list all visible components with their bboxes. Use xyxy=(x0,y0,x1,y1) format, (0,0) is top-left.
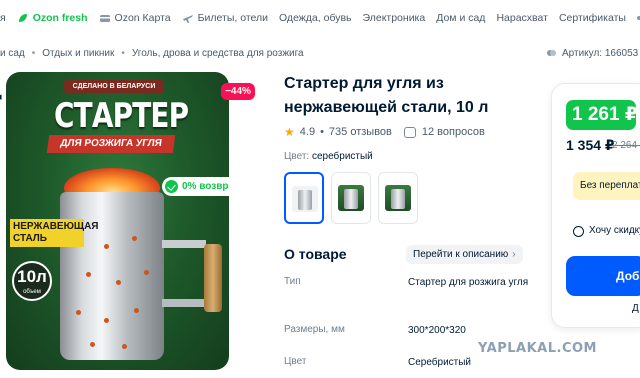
product-photo[interactable]: СДЕЛАНО В БЕЛАРУСИ СТАРТЕР ДЛЯ РОЗЖИГА У… xyxy=(6,72,229,370)
breadcrumb-separator-icon: • xyxy=(31,48,36,59)
product-page: я Ozon fresh Ozon Карта Билеты, отели Од… xyxy=(0,0,640,378)
nav-item-clothes[interactable]: Одежда, обувь xyxy=(279,12,352,24)
old-price: 2 264 ₽ xyxy=(612,140,640,151)
star-icon: ★ xyxy=(284,125,295,139)
leaf-icon xyxy=(18,14,27,22)
spec-value: Стартер для розжига угля xyxy=(408,277,529,288)
breadcrumb: и сад • Отдых и пикник • Уголь, дрова и … xyxy=(0,48,304,59)
made-in-label: СДЕЛАНО В БЕЛАРУСИ xyxy=(64,80,164,93)
spec-value: 300*200*320 xyxy=(408,325,466,336)
nav-item-electronics[interactable]: Электроника xyxy=(363,12,426,24)
breadcrumb-item[interactable]: и сад xyxy=(0,48,25,59)
nav-item-leading[interactable]: я xyxy=(0,12,6,24)
about-heading: О товаре xyxy=(284,246,347,262)
spec-key: Цвет xyxy=(284,356,307,367)
wooden-handle xyxy=(204,244,222,312)
question-bubble-icon xyxy=(403,126,416,138)
chimney-starter-body xyxy=(60,192,164,360)
watermark: YAPLAKAL.COM xyxy=(478,341,597,356)
questions-link[interactable]: 12 вопросов xyxy=(422,126,485,138)
nav-item-tickets[interactable]: Билеты, отели xyxy=(182,12,268,24)
nav-item-ozon-card[interactable]: Ozon Карта xyxy=(99,12,171,24)
regular-price: 1 354 ₽ xyxy=(566,137,615,153)
add-to-cart-button[interactable]: Добавить xyxy=(566,256,640,296)
nav-item-home-garden[interactable]: Дом и сад xyxy=(436,12,485,24)
nav-item-ozon-fresh[interactable]: Ozon fresh xyxy=(17,12,88,24)
spec-key: Тип xyxy=(284,276,301,287)
percent-icon xyxy=(573,225,584,237)
ozon-card-price: 1 261 ₽ xyxy=(566,100,638,130)
product-title: Стартер для угля из нержавеющей стали, 1… xyxy=(284,75,489,116)
breadcrumb-item[interactable]: Отдых и пикник xyxy=(42,48,114,59)
nav-item-certificates[interactable]: Сертификаты xyxy=(559,12,626,24)
no-overpay-badge[interactable]: Без переплат xyxy=(573,172,640,200)
want-cheaper-button[interactable]: Хочу скидку xyxy=(567,219,640,243)
card-footer-text: Д xyxy=(632,303,639,314)
breadcrumb-item[interactable]: Уголь, дрова и средства для розжига xyxy=(132,48,304,59)
color-variant-thumb[interactable] xyxy=(284,172,324,224)
reviews-link[interactable]: 735 отзывов xyxy=(329,126,392,138)
color-variant-thumb[interactable] xyxy=(331,172,371,224)
handle-bracket xyxy=(162,299,206,307)
spec-key: Размеры, мм xyxy=(284,324,345,335)
returns-badge[interactable]: 0% возвратов xyxy=(162,177,229,196)
photo-subline: ДЛЯ РОЗЖИГА УГЛЯ xyxy=(46,135,176,153)
color-variant-thumb[interactable] xyxy=(378,172,418,224)
breadcrumb-separator-icon: • xyxy=(121,48,125,59)
go-to-description-button[interactable]: Перейти к описанию › xyxy=(406,245,523,264)
plane-icon xyxy=(182,15,193,23)
discount-badge: −44% xyxy=(221,83,255,100)
spec-value: Серебристый xyxy=(408,357,472,368)
color-label: Цвет: серебристый xyxy=(284,151,373,162)
material-label: НЕРЖАВЕЮЩАЯ СТАЛЬ xyxy=(10,219,99,247)
photo-headline: СТАРТЕР xyxy=(54,96,189,136)
handle-bracket xyxy=(162,240,206,248)
chevron-right-icon: › xyxy=(512,249,516,260)
copy-icon xyxy=(547,50,556,56)
check-circle-icon xyxy=(165,180,178,193)
article-number[interactable]: Артикул: 166053 xyxy=(546,48,638,59)
rating-row: ★ 4.9 • 735 отзывов 12 вопросов xyxy=(284,125,485,139)
top-navigation: я Ozon fresh Ozon Карта Билеты, отели Од… xyxy=(0,8,640,28)
card-icon xyxy=(99,15,110,22)
volume-badge: 10л объем xyxy=(12,261,52,301)
nav-item-bestsellers[interactable]: Нарасхват xyxy=(496,12,547,24)
rating-value: 4.9 xyxy=(299,126,316,138)
gallery-prev-icon[interactable]: ◂ xyxy=(0,90,8,104)
